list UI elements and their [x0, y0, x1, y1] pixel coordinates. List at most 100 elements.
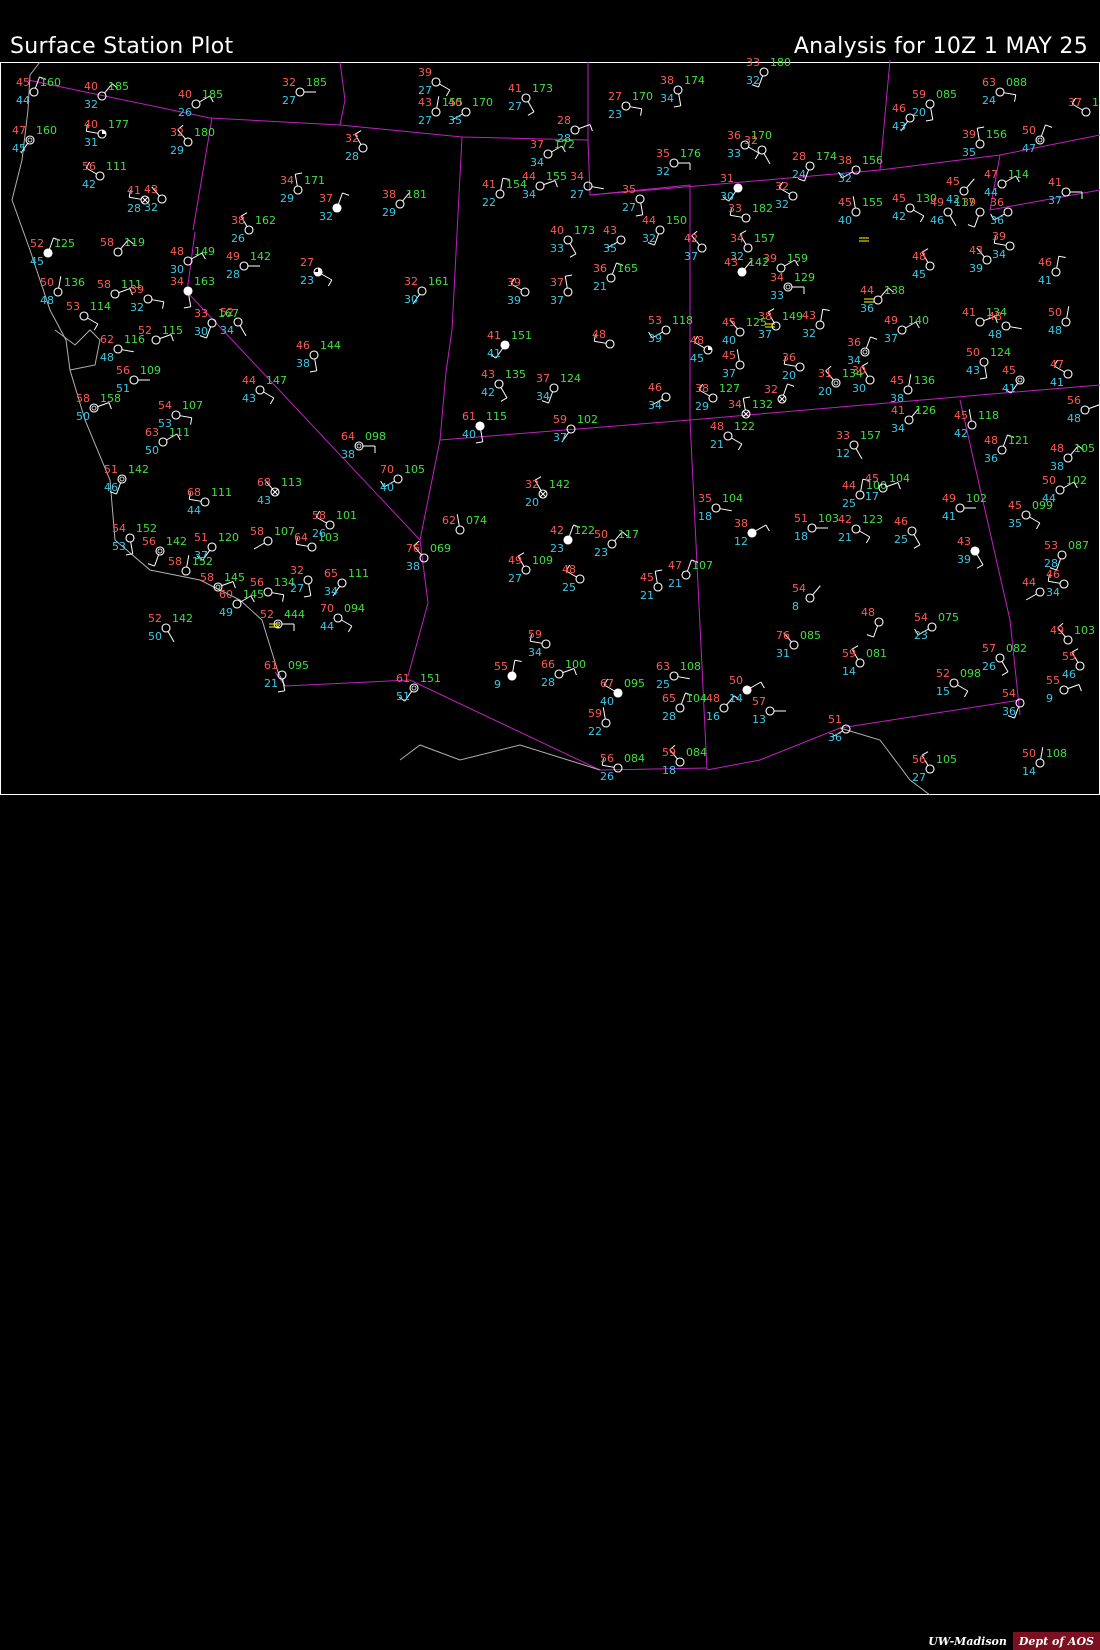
sky-cover-icon [541, 639, 551, 649]
station-190: 5546 [1062, 648, 1085, 681]
temperature-label: 42 [684, 232, 698, 245]
dewpoint-label: 9 [494, 678, 501, 691]
station-71: 4537 [722, 349, 745, 380]
dewpoint-label: 37 [884, 332, 898, 345]
dewpoint-label: 40 [838, 214, 852, 227]
dewpoint-label: 26 [982, 660, 996, 673]
temperature-label: 56 [1067, 394, 1081, 407]
temperature-label: 51 [794, 512, 808, 525]
station-168: 39 [962, 196, 985, 228]
temperature-label: 49 [226, 250, 240, 263]
wind-feather [925, 119, 933, 122]
sky-cover-icon [719, 703, 729, 713]
wind-feather [309, 370, 317, 373]
wind-barb-icon [436, 96, 440, 109]
sky-cover-icon [232, 599, 242, 609]
pressure-label: 123 [862, 513, 883, 526]
sky-cover-icon [955, 503, 965, 513]
pressure-label: 160 [40, 76, 61, 89]
wind-barb-icon [949, 215, 957, 227]
sky-fill [862, 349, 868, 355]
temperature-label: 45 [946, 175, 960, 188]
wind-feather [93, 323, 99, 331]
sky-fill [91, 405, 97, 411]
wind-barb-icon [591, 186, 604, 190]
station-25: 38 32 156 [838, 154, 883, 185]
temperature-label: 43 [144, 183, 158, 196]
wind-feather [787, 383, 795, 387]
sky-cover-icon [904, 415, 914, 425]
dewpoint-label: 33 [550, 242, 564, 255]
station-49: 3932 [130, 283, 165, 314]
dewpoint-label: 45 [30, 255, 44, 268]
temperature-label: 64 [294, 531, 308, 544]
station-115: 58 107 [250, 525, 295, 550]
station-147: 5713 [752, 695, 786, 726]
dewpoint-label: 34 [891, 422, 905, 435]
temperature-label: 37 [530, 138, 544, 151]
wind-barb-icon [1056, 256, 1060, 269]
pressure-label: 185 [202, 88, 223, 101]
temperature-label: 46 [296, 339, 310, 352]
sky-cover-icon [563, 535, 573, 545]
sky-cover-icon [737, 267, 747, 277]
sky-cover-icon [395, 199, 405, 209]
station-127: 548 [792, 582, 821, 613]
station-10: 3228 [345, 130, 368, 163]
temperature-label: 34 [728, 398, 742, 411]
station-75: 5651109 [116, 364, 161, 395]
sky-cover-icon [1051, 267, 1061, 277]
wind-barb-icon [678, 93, 682, 106]
sky-cover-icon [520, 287, 530, 297]
temperature-label: 58 [76, 392, 90, 405]
dewpoint-label: 32 [838, 172, 852, 185]
dewpoint-label: 20 [782, 369, 796, 382]
sky-cover-icon [125, 533, 135, 543]
station-180: 48 36 121 [984, 434, 1029, 465]
station-4: 3927 [418, 66, 451, 97]
wind-feather [913, 544, 921, 549]
pressure-label: 173 [532, 82, 553, 95]
pressure-label: 181 [406, 188, 427, 201]
temperature-label: 36 [593, 262, 607, 275]
pressure-label: 126 [915, 404, 936, 417]
temperature-label: 28 [557, 114, 571, 127]
pressure-label: 122 [574, 524, 595, 537]
wind-barb-icon [855, 448, 863, 460]
sky-fill [102, 130, 106, 134]
sky-cover-icon [29, 87, 39, 97]
wind-feather [327, 279, 333, 287]
sky-cover-icon [733, 183, 743, 193]
sky-cover-icon [711, 503, 721, 513]
pressure-label: 156 [986, 128, 1007, 141]
wind-barb-icon [763, 153, 771, 165]
temperature-label: 30 [852, 364, 866, 377]
temperature-label: 56 [600, 752, 614, 765]
dewpoint-label: 34 [528, 646, 542, 659]
dewpoint-label: 46 [104, 481, 118, 494]
dewpoint-label: 32 [656, 165, 670, 178]
temperature-label: 54 [1002, 687, 1016, 700]
station-131: 52 50 142 [148, 612, 193, 643]
sky-cover-icon [851, 207, 861, 217]
pressure-label: 149 [782, 310, 803, 323]
pressure-label: 172 [554, 138, 575, 151]
pressure-label: 111 [348, 567, 369, 580]
dewpoint-label: 27 [418, 114, 432, 127]
sky-cover-icon [831, 378, 841, 388]
wind-barb-icon [976, 554, 984, 566]
dewpoint-label: 32 [319, 210, 333, 223]
temperature-label: 44 [242, 374, 256, 387]
temperature-label: 45 [892, 192, 906, 205]
station-36: 52 45 125 [30, 237, 75, 268]
temperature-label: 49 [1050, 624, 1064, 637]
wind-barb-icon [456, 514, 460, 527]
station-27: 4332 [144, 183, 167, 214]
sky-cover-icon [117, 474, 127, 484]
sky-cover-icon [851, 165, 861, 175]
wind-feather [500, 397, 508, 402]
station-18: 3732 [319, 192, 350, 223]
station-54: 36 21 165 [593, 262, 638, 293]
pressure-label: 185 [306, 76, 327, 89]
sky-cover-icon [95, 171, 105, 181]
